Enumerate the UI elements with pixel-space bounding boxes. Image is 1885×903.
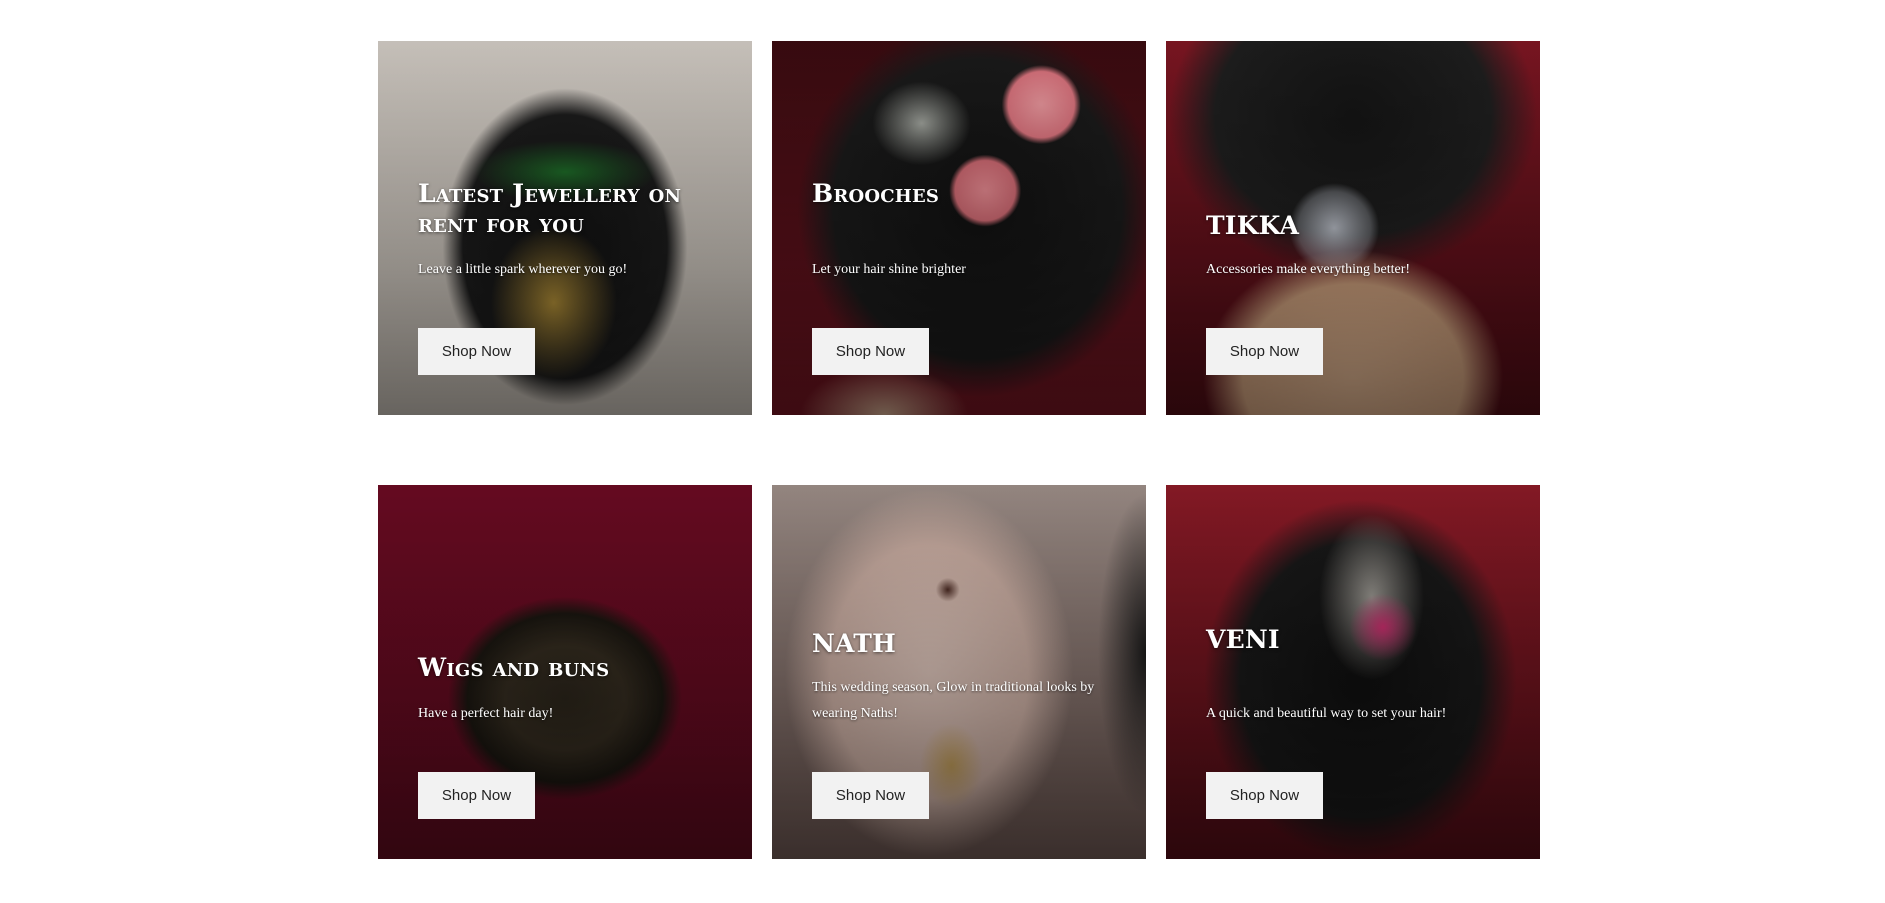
card-title: VENI bbox=[1206, 625, 1280, 654]
collection-card-veni[interactable]: VENI A quick and beautiful way to set yo… bbox=[1166, 485, 1540, 859]
shop-now-button[interactable]: Shop Now bbox=[812, 772, 929, 819]
card-description: A quick and beautiful way to set your ha… bbox=[1206, 706, 1447, 721]
collection-card-wigs-and-buns[interactable]: Wigs and buns Have a perfect hair day! S… bbox=[378, 485, 752, 859]
card-description: Leave a little spark wherever you go! bbox=[418, 262, 628, 277]
collection-card-latest-jewellery[interactable]: Latest Jewellery on rent for you Leave a… bbox=[378, 41, 752, 415]
shop-now-button[interactable]: Shop Now bbox=[1206, 772, 1323, 819]
card-description: Accessories make everything better! bbox=[1206, 262, 1411, 277]
shop-now-button[interactable]: Shop Now bbox=[418, 328, 535, 375]
card-content: TIKKA Accessories make everything better… bbox=[1206, 41, 1510, 415]
card-content: Brooches Let your hair shine brighter Sh… bbox=[812, 41, 1116, 415]
shop-now-button[interactable]: Shop Now bbox=[418, 772, 535, 819]
card-content: Latest Jewellery on rent for you Leave a… bbox=[418, 41, 722, 415]
shop-now-button[interactable]: Shop Now bbox=[1206, 328, 1323, 375]
card-description: Have a perfect hair day! bbox=[418, 706, 554, 721]
shop-now-button[interactable]: Shop Now bbox=[812, 328, 929, 375]
card-title: Latest Jewellery on rent for you bbox=[418, 179, 682, 238]
card-title: NATH bbox=[812, 629, 896, 658]
card-description: This wedding season, Glow in traditional… bbox=[812, 680, 1095, 721]
card-content: Wigs and buns Have a perfect hair day! S… bbox=[418, 485, 722, 859]
card-title: Wigs and buns bbox=[418, 653, 610, 682]
card-content: VENI A quick and beautiful way to set yo… bbox=[1206, 485, 1510, 859]
collection-grid: Latest Jewellery on rent for you Leave a… bbox=[378, 41, 1540, 859]
card-content: NATH This wedding season, Glow in tradit… bbox=[812, 485, 1116, 859]
card-description: Let your hair shine brighter bbox=[812, 262, 966, 277]
collection-card-tikka[interactable]: TIKKA Accessories make everything better… bbox=[1166, 41, 1540, 415]
collection-card-brooches[interactable]: Brooches Let your hair shine brighter Sh… bbox=[772, 41, 1146, 415]
card-title: Brooches bbox=[812, 179, 940, 208]
collection-card-nath[interactable]: NATH This wedding season, Glow in tradit… bbox=[772, 485, 1146, 859]
card-title: TIKKA bbox=[1206, 211, 1300, 240]
